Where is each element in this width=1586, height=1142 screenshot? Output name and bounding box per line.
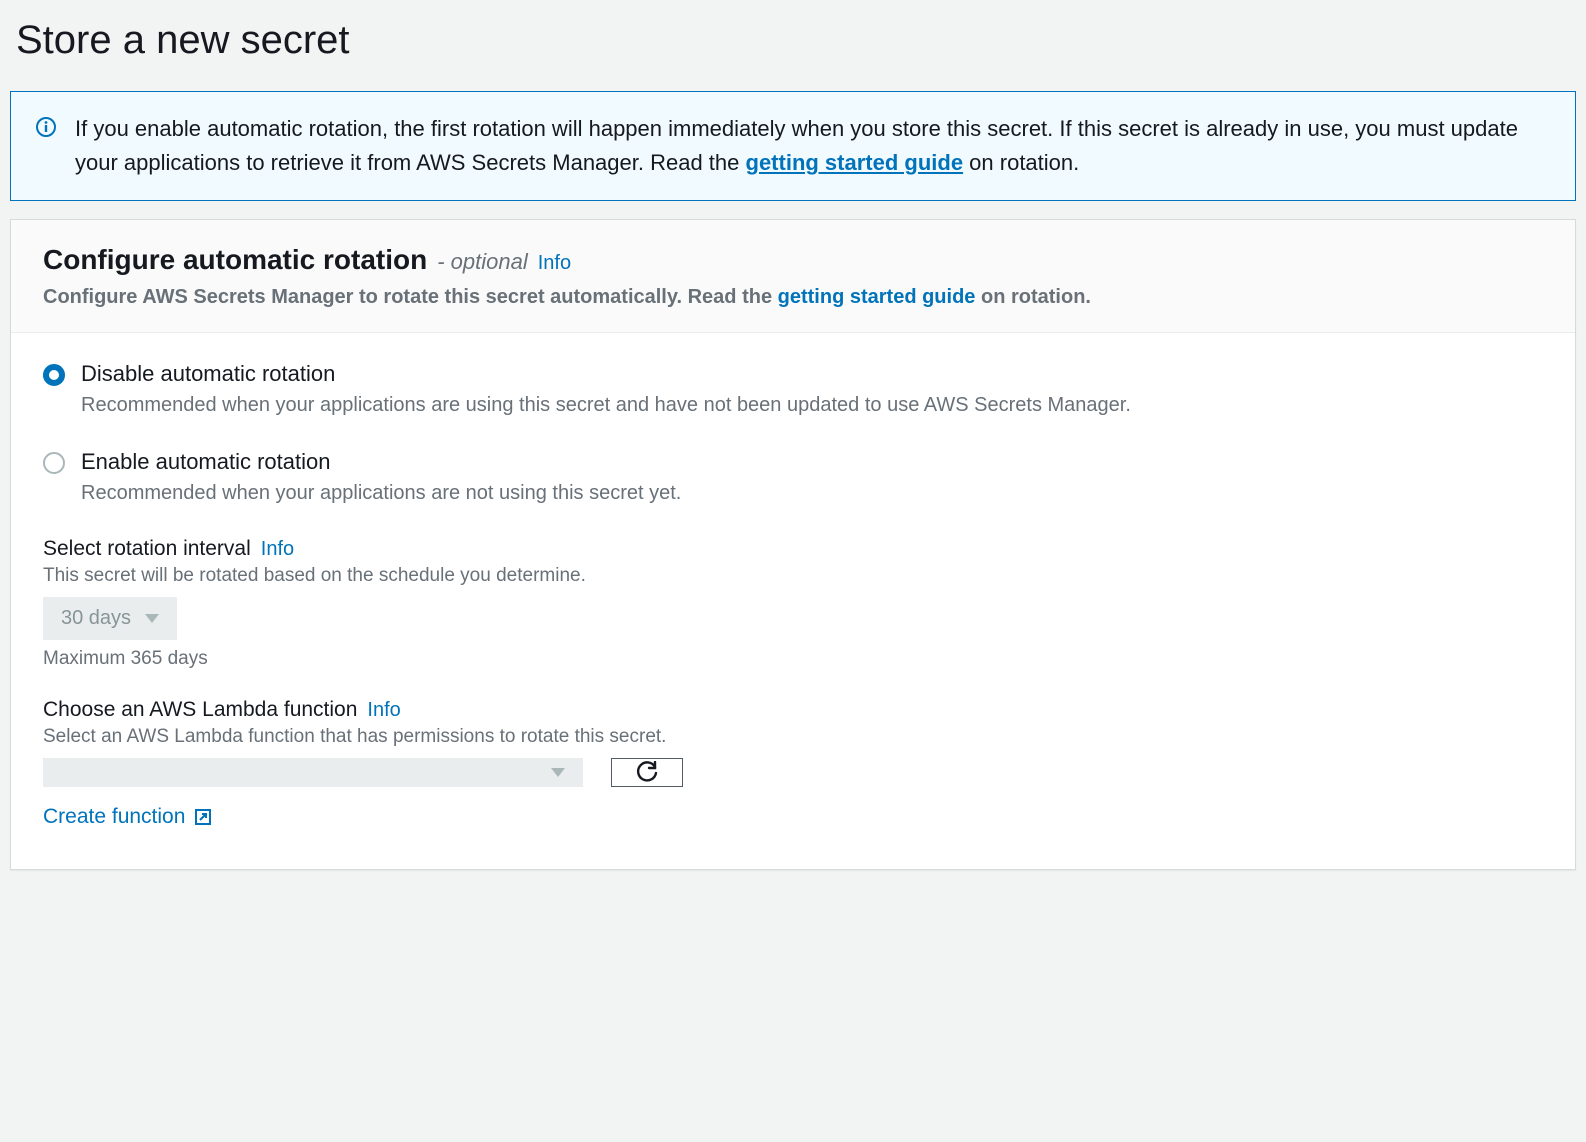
page-title: Store a new secret	[10, 0, 1576, 91]
alert-text-after: on rotation.	[963, 150, 1079, 175]
interval-select: 30 days	[43, 597, 177, 640]
radio-label: Disable automatic rotation	[81, 361, 1131, 387]
panel-subtitle: Configure AWS Secrets Manager to rotate …	[43, 282, 1543, 312]
panel-subtitle-after: on rotation.	[975, 286, 1091, 308]
panel-info-link[interactable]: Info	[538, 252, 571, 275]
lambda-select	[43, 758, 583, 787]
external-link-icon	[193, 807, 213, 827]
rotation-panel: Configure automatic rotation - optional …	[10, 219, 1576, 870]
getting-started-link[interactable]: getting started guide	[746, 150, 964, 175]
lambda-label: Choose an AWS Lambda function	[43, 698, 357, 722]
radio-label: Enable automatic rotation	[81, 449, 681, 475]
interval-desc: This secret will be rotated based on the…	[43, 565, 1543, 587]
chevron-down-icon	[551, 768, 565, 777]
lambda-field: Choose an AWS Lambda function Info Selec…	[43, 698, 1543, 829]
optional-tag: - optional	[437, 249, 528, 275]
interval-info-link[interactable]: Info	[261, 538, 294, 561]
interval-value: 30 days	[61, 607, 131, 630]
panel-subtitle-link[interactable]: getting started guide	[778, 286, 976, 308]
lambda-desc: Select an AWS Lambda function that has p…	[43, 726, 1543, 748]
chevron-down-icon	[145, 614, 159, 623]
radio-desc: Recommended when your applications are n…	[81, 479, 681, 507]
info-icon	[35, 116, 57, 138]
interval-field: Select rotation interval Info This secre…	[43, 537, 1543, 670]
panel-body: Disable automatic rotation Recommended w…	[11, 333, 1575, 869]
create-function-link[interactable]: Create function	[43, 805, 213, 829]
radio-enable-rotation[interactable]: Enable automatic rotation Recommended wh…	[43, 449, 1543, 507]
panel-title: Configure automatic rotation	[43, 244, 427, 276]
refresh-button[interactable]	[611, 758, 683, 787]
panel-header: Configure automatic rotation - optional …	[11, 220, 1575, 333]
radio-input-enable[interactable]	[43, 452, 65, 474]
info-alert: If you enable automatic rotation, the fi…	[10, 91, 1576, 201]
panel-subtitle-before: Configure AWS Secrets Manager to rotate …	[43, 286, 778, 308]
interval-hint: Maximum 365 days	[43, 648, 1543, 670]
radio-input-disable[interactable]	[43, 364, 65, 386]
refresh-icon	[635, 761, 659, 785]
interval-label: Select rotation interval	[43, 537, 251, 561]
radio-disable-rotation[interactable]: Disable automatic rotation Recommended w…	[43, 361, 1543, 419]
alert-text: If you enable automatic rotation, the fi…	[75, 112, 1551, 180]
lambda-info-link[interactable]: Info	[367, 699, 400, 722]
radio-desc: Recommended when your applications are u…	[81, 391, 1131, 419]
create-function-text: Create function	[43, 805, 185, 829]
